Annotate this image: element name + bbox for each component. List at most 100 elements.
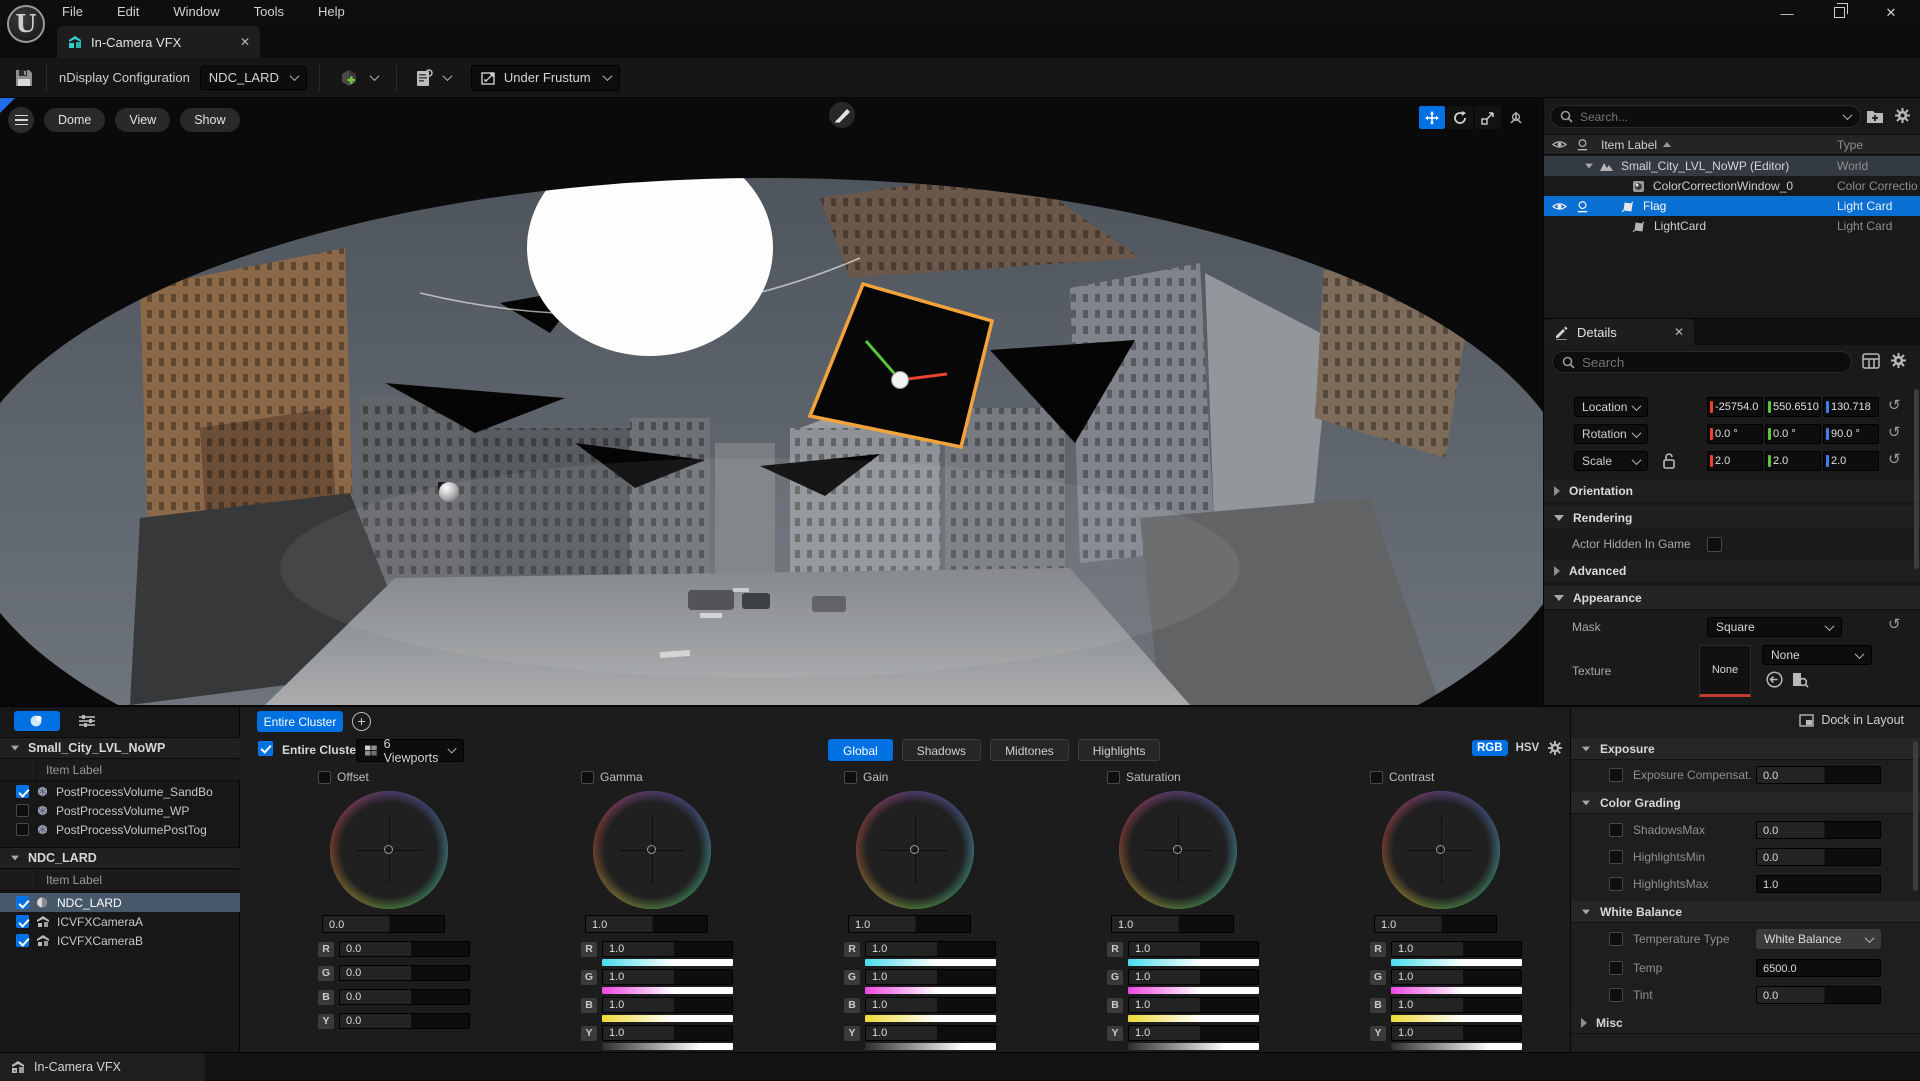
gamma-r-slider[interactable]: 1.0: [602, 941, 733, 957]
temp-field[interactable]: 6500.0: [1756, 959, 1881, 977]
dome-button[interactable]: Dome: [44, 108, 105, 132]
search-options-chevron-icon[interactable]: [1843, 110, 1853, 120]
scale-tool-button[interactable]: [1475, 106, 1501, 129]
type-column-header[interactable]: Type: [1837, 138, 1863, 152]
camera-gizmo-button[interactable]: [1503, 106, 1529, 129]
entire-cluster-checkbox[interactable]: [258, 741, 273, 756]
gain-b-gradient[interactable]: [865, 1015, 996, 1022]
contrast-checkbox[interactable]: [1370, 771, 1383, 784]
advanced-section[interactable]: Advanced: [1544, 559, 1920, 583]
grading-settings-gear-icon[interactable]: [1547, 740, 1563, 756]
row-checkbox[interactable]: [16, 896, 29, 909]
tab-close-icon[interactable]: ✕: [240, 35, 250, 49]
gamma-main-value[interactable]: 1.0: [585, 915, 708, 933]
details-search-input[interactable]: [1582, 355, 1842, 370]
settings-tab-button[interactable]: [78, 714, 96, 728]
range-midtones-button[interactable]: Midtones: [990, 739, 1069, 761]
shadowsmax-checkbox[interactable]: [1609, 823, 1623, 837]
menu-window[interactable]: Window: [173, 4, 219, 19]
edit-pen-button[interactable]: [829, 102, 855, 128]
gamma-b-gradient[interactable]: [602, 1015, 733, 1022]
gamma-y-slider[interactable]: 1.0: [602, 1025, 733, 1041]
group-small-city[interactable]: Small_City_LVL_NoWP: [0, 737, 240, 759]
rgb-mode-button[interactable]: RGB: [1472, 740, 1508, 756]
texture-thumbnail[interactable]: None: [1699, 645, 1751, 697]
status-active-tool[interactable]: In-Camera VFX: [0, 1053, 205, 1081]
color-grading-section[interactable]: Color Grading: [1571, 792, 1920, 814]
row-icvfx-camera-b[interactable]: ICVFXCameraB: [0, 931, 240, 950]
row-icvfx-camera-a[interactable]: ICVFXCameraA: [0, 912, 240, 931]
range-global-button[interactable]: Global: [828, 739, 893, 761]
use-selected-asset-button[interactable]: [1766, 671, 1783, 688]
highlightsmin-field[interactable]: 0.0: [1756, 848, 1881, 866]
details-settings-button[interactable]: [1890, 352, 1907, 369]
offset-g-slider[interactable]: 0.0: [339, 965, 470, 981]
restore-button[interactable]: [1826, 6, 1852, 21]
scale-y-field[interactable]: 2.0: [1765, 451, 1821, 471]
location-z-field[interactable]: 130.718: [1823, 397, 1879, 417]
details-scrollbar[interactable]: [1914, 389, 1919, 569]
contrast-y-gradient[interactable]: [1391, 1043, 1522, 1050]
tint-field[interactable]: 0.0: [1756, 986, 1881, 1004]
mask-reset-icon[interactable]: ↺: [1888, 617, 1901, 632]
offset-y-slider[interactable]: 0.0: [339, 1013, 470, 1029]
menu-edit[interactable]: Edit: [117, 4, 139, 19]
color-grading-tab-button[interactable]: [14, 711, 60, 731]
viewport-menu-icon[interactable]: [8, 107, 34, 133]
tint-checkbox[interactable]: [1609, 988, 1623, 1002]
contrast-g-slider[interactable]: 1.0: [1391, 969, 1522, 985]
outliner-search-input[interactable]: [1580, 110, 1831, 124]
highlightsmin-checkbox[interactable]: [1609, 850, 1623, 864]
saturation-b-slider[interactable]: 1.0: [1128, 997, 1259, 1013]
settings-scrollbar[interactable]: [1913, 741, 1918, 891]
contrast-g-gradient[interactable]: [1391, 987, 1522, 994]
location-x-field[interactable]: -25754.0: [1707, 397, 1763, 417]
row-checkbox[interactable]: [16, 804, 29, 817]
location-y-field[interactable]: 550.6510: [1765, 397, 1821, 417]
exposure-compensation-checkbox[interactable]: [1609, 768, 1623, 782]
saturation-g-slider[interactable]: 1.0: [1128, 969, 1259, 985]
gain-b-slider[interactable]: 1.0: [865, 997, 996, 1013]
gain-g-gradient[interactable]: [865, 987, 996, 994]
contrast-y-slider[interactable]: 1.0: [1391, 1025, 1522, 1041]
offset-main-value[interactable]: 0.0: [322, 915, 445, 933]
menu-file[interactable]: File: [62, 4, 83, 19]
location-dropdown[interactable]: Location: [1574, 397, 1648, 417]
temp-checkbox[interactable]: [1609, 961, 1623, 975]
add-cluster-tab-button[interactable]: +: [352, 712, 371, 731]
saturation-y-gradient[interactable]: [1128, 1043, 1259, 1050]
gain-color-wheel[interactable]: [856, 791, 974, 909]
menu-help[interactable]: Help: [318, 4, 345, 19]
rotation-x-field[interactable]: 0.0 °: [1707, 424, 1763, 444]
actor-hidden-checkbox[interactable]: [1707, 537, 1722, 552]
scale-x-field[interactable]: 2.0: [1707, 451, 1763, 471]
gamma-color-wheel[interactable]: [593, 791, 711, 909]
browse-asset-button[interactable]: [1791, 671, 1809, 688]
tab-in-camera-vfx[interactable]: In-Camera VFX ✕: [57, 26, 260, 58]
offset-r-slider[interactable]: 0.0: [339, 941, 470, 957]
menu-tools[interactable]: Tools: [254, 4, 284, 19]
exposure-section[interactable]: Exposure: [1571, 738, 1920, 760]
spotlight-column-icon[interactable]: [1575, 138, 1590, 151]
hsv-mode-button[interactable]: HSV: [1516, 742, 1540, 754]
row-ndc-lard[interactable]: NDC_LARD: [0, 893, 240, 912]
misc-section[interactable]: Misc: [1571, 1012, 1920, 1034]
frustum-mode-dropdown[interactable]: Under Frustum: [471, 65, 620, 91]
level-viewport[interactable]: Dome View Show: [0, 98, 1543, 705]
temperature-type-checkbox[interactable]: [1609, 932, 1623, 946]
row-checkbox[interactable]: [16, 934, 29, 947]
contrast-r-slider[interactable]: 1.0: [1391, 941, 1522, 957]
mask-dropdown[interactable]: Square: [1707, 617, 1842, 637]
show-button[interactable]: Show: [180, 108, 239, 132]
offset-b-slider[interactable]: 0.0: [339, 989, 470, 1005]
rotate-tool-button[interactable]: [1447, 106, 1473, 129]
range-shadows-button[interactable]: Shadows: [902, 739, 981, 761]
rendering-section[interactable]: Rendering: [1544, 506, 1920, 530]
row-postprocessvolume-posttog[interactable]: PostProcessVolumePostTog: [0, 820, 240, 839]
notes-dropdown[interactable]: [409, 68, 457, 88]
saturation-r-gradient[interactable]: [1128, 959, 1259, 966]
row-checkbox[interactable]: [16, 915, 29, 928]
outliner-row-world[interactable]: Small_City_LVL_NoWP (Editor) World: [1544, 156, 1920, 176]
details-search[interactable]: [1552, 351, 1852, 373]
close-button[interactable]: ✕: [1878, 5, 1904, 21]
